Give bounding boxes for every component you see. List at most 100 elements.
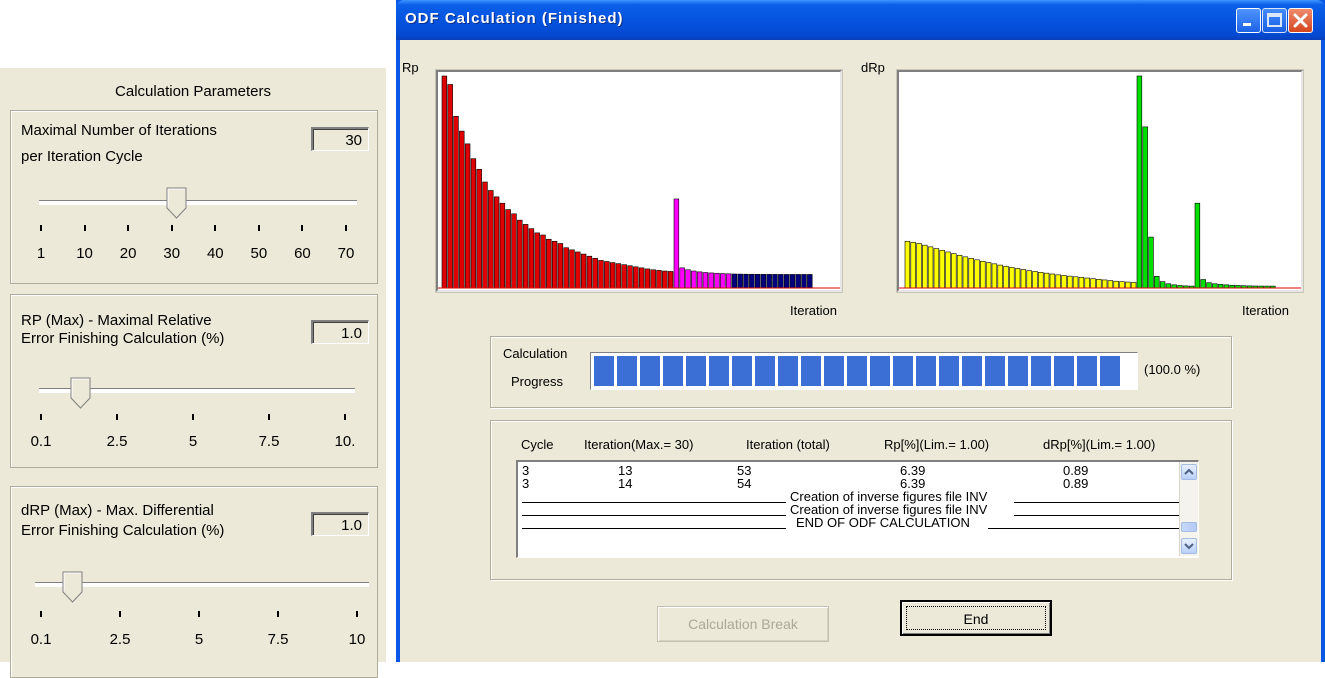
rp-max-slider-thumb[interactable]	[70, 377, 92, 409]
chart-bar	[702, 272, 709, 289]
chart-bar	[650, 269, 656, 289]
chart-bar	[968, 258, 974, 289]
chart-bar	[667, 271, 674, 289]
chart-bar	[1107, 280, 1114, 289]
chart-bar	[795, 274, 801, 289]
scale-tick	[257, 225, 260, 231]
chart-bar	[609, 262, 616, 289]
calculation-log-list[interactable]: 3 13 53 6.39 0.89 3 14 54 6.39 0.89 Crea…	[516, 460, 1199, 558]
log-cell-iteration: 14	[618, 476, 633, 491]
chart-bar	[476, 168, 482, 289]
scale-tick	[40, 225, 42, 231]
drp-max-label: dRP (Max) - Max. Differential	[21, 502, 214, 519]
scale-tick	[40, 611, 42, 617]
calculation-break-button[interactable]: Calculation Break	[657, 606, 829, 642]
end-button[interactable]: End	[900, 600, 1052, 636]
iterations-value-field[interactable]: 30	[311, 127, 369, 151]
chart-bar	[505, 209, 511, 289]
progress-block	[801, 356, 821, 386]
chart-bar	[696, 271, 703, 289]
drp-max-value-field[interactable]: 1.0	[311, 512, 369, 536]
scale-label: 50	[250, 245, 268, 262]
scroll-down-button[interactable]	[1181, 538, 1197, 554]
rp-max-value-field[interactable]: 1.0	[311, 320, 369, 344]
chart-bar	[557, 243, 564, 289]
chart-bar	[1217, 284, 1224, 289]
chart-bar	[1125, 281, 1131, 289]
drp-max-group: dRP (Max) - Max. Differential Error Fini…	[10, 486, 378, 678]
chart-bar	[708, 272, 714, 289]
scale-label: 1	[36, 245, 46, 262]
chart-bar	[1067, 275, 1073, 289]
chart-bar	[638, 267, 645, 289]
close-button[interactable]	[1288, 8, 1313, 33]
chart-bar	[1014, 268, 1021, 289]
scale-label: 30	[163, 245, 181, 262]
iterations-slider-track[interactable]	[39, 200, 357, 205]
log-cell-cycle: 3	[522, 476, 530, 491]
chart-bar	[962, 256, 969, 289]
chart-bar	[997, 264, 1003, 289]
drp-chart-plot	[899, 75, 1301, 289]
chart-bar	[592, 258, 598, 289]
log-message-row: END OF ODF CALCULATION	[522, 516, 1187, 530]
chart-bar	[778, 274, 784, 289]
scale-tick	[301, 225, 304, 231]
chart-bar	[1003, 266, 1009, 289]
iterations-group: Maximal Number of Iterations per Iterati…	[10, 110, 378, 284]
chart-bar	[939, 249, 945, 289]
scroll-up-button[interactable]	[1181, 464, 1197, 480]
rp-chart-x-label: Iteration	[790, 303, 837, 318]
chart-bar	[1020, 269, 1027, 289]
rp-chart-y-label: Rp	[402, 60, 419, 75]
minimize-button[interactable]	[1236, 8, 1261, 33]
calculation-parameters-panel: Calculation Parameters Maximal Number of…	[0, 68, 386, 678]
chevron-up-icon	[1184, 468, 1194, 475]
chart-bar	[720, 273, 726, 289]
scroll-thumb[interactable]	[1181, 522, 1197, 532]
scale-tick	[268, 414, 270, 420]
drp-chart-x-label: Iteration	[1242, 303, 1289, 318]
log-scrollbar[interactable]	[1179, 462, 1198, 556]
chart-bar	[1084, 277, 1090, 289]
scale-tick	[127, 225, 130, 231]
chart-bar	[904, 241, 911, 289]
chart-bar	[621, 264, 627, 289]
focus-rect	[906, 606, 1046, 630]
chart-bar	[1142, 126, 1148, 289]
title-bar[interactable]: ODF Calculation (Finished)	[396, 0, 1325, 40]
chart-bar	[807, 274, 813, 289]
chart-bar	[1194, 202, 1201, 289]
log-cell-total: 54	[737, 476, 752, 491]
chart-bar	[627, 265, 633, 289]
log-header-cycle: Cycle	[521, 437, 554, 452]
progress-block	[870, 356, 890, 386]
rp-chart	[436, 70, 842, 292]
scale-label: 10	[76, 245, 93, 262]
log-header-drp: dRp[%](Lim.= 1.00)	[1043, 437, 1156, 452]
progress-label-2: Progress	[511, 374, 564, 389]
calculation-progress-bar	[590, 352, 1138, 390]
progress-block	[916, 356, 936, 386]
chart-bar	[1049, 273, 1056, 289]
drp-max-slider-thumb[interactable]	[62, 571, 84, 603]
iterations-slider-thumb[interactable]	[166, 187, 188, 219]
log-header-rp: Rp[%](Lim.= 1.00)	[884, 437, 990, 452]
scale-tick	[277, 611, 279, 617]
drp-max-slider-track[interactable]	[35, 582, 369, 587]
chart-bar	[980, 260, 986, 289]
chart-bar	[743, 273, 749, 289]
progress-block	[778, 356, 798, 386]
chart-bar	[772, 274, 778, 289]
log-rule	[522, 528, 786, 529]
chart-bar	[927, 246, 934, 289]
chart-bar	[725, 273, 732, 289]
chart-bar	[470, 158, 477, 289]
scale-tick	[119, 611, 121, 617]
chart-bar	[685, 269, 691, 289]
chart-bar	[1136, 75, 1143, 289]
rp-max-label-2: Error Finishing Calculation (%)	[21, 330, 225, 347]
chart-bar	[1072, 276, 1079, 289]
rp-max-group: RP (Max) - Maximal Relative Error Finish…	[10, 294, 378, 468]
maximize-button[interactable]	[1262, 8, 1287, 33]
